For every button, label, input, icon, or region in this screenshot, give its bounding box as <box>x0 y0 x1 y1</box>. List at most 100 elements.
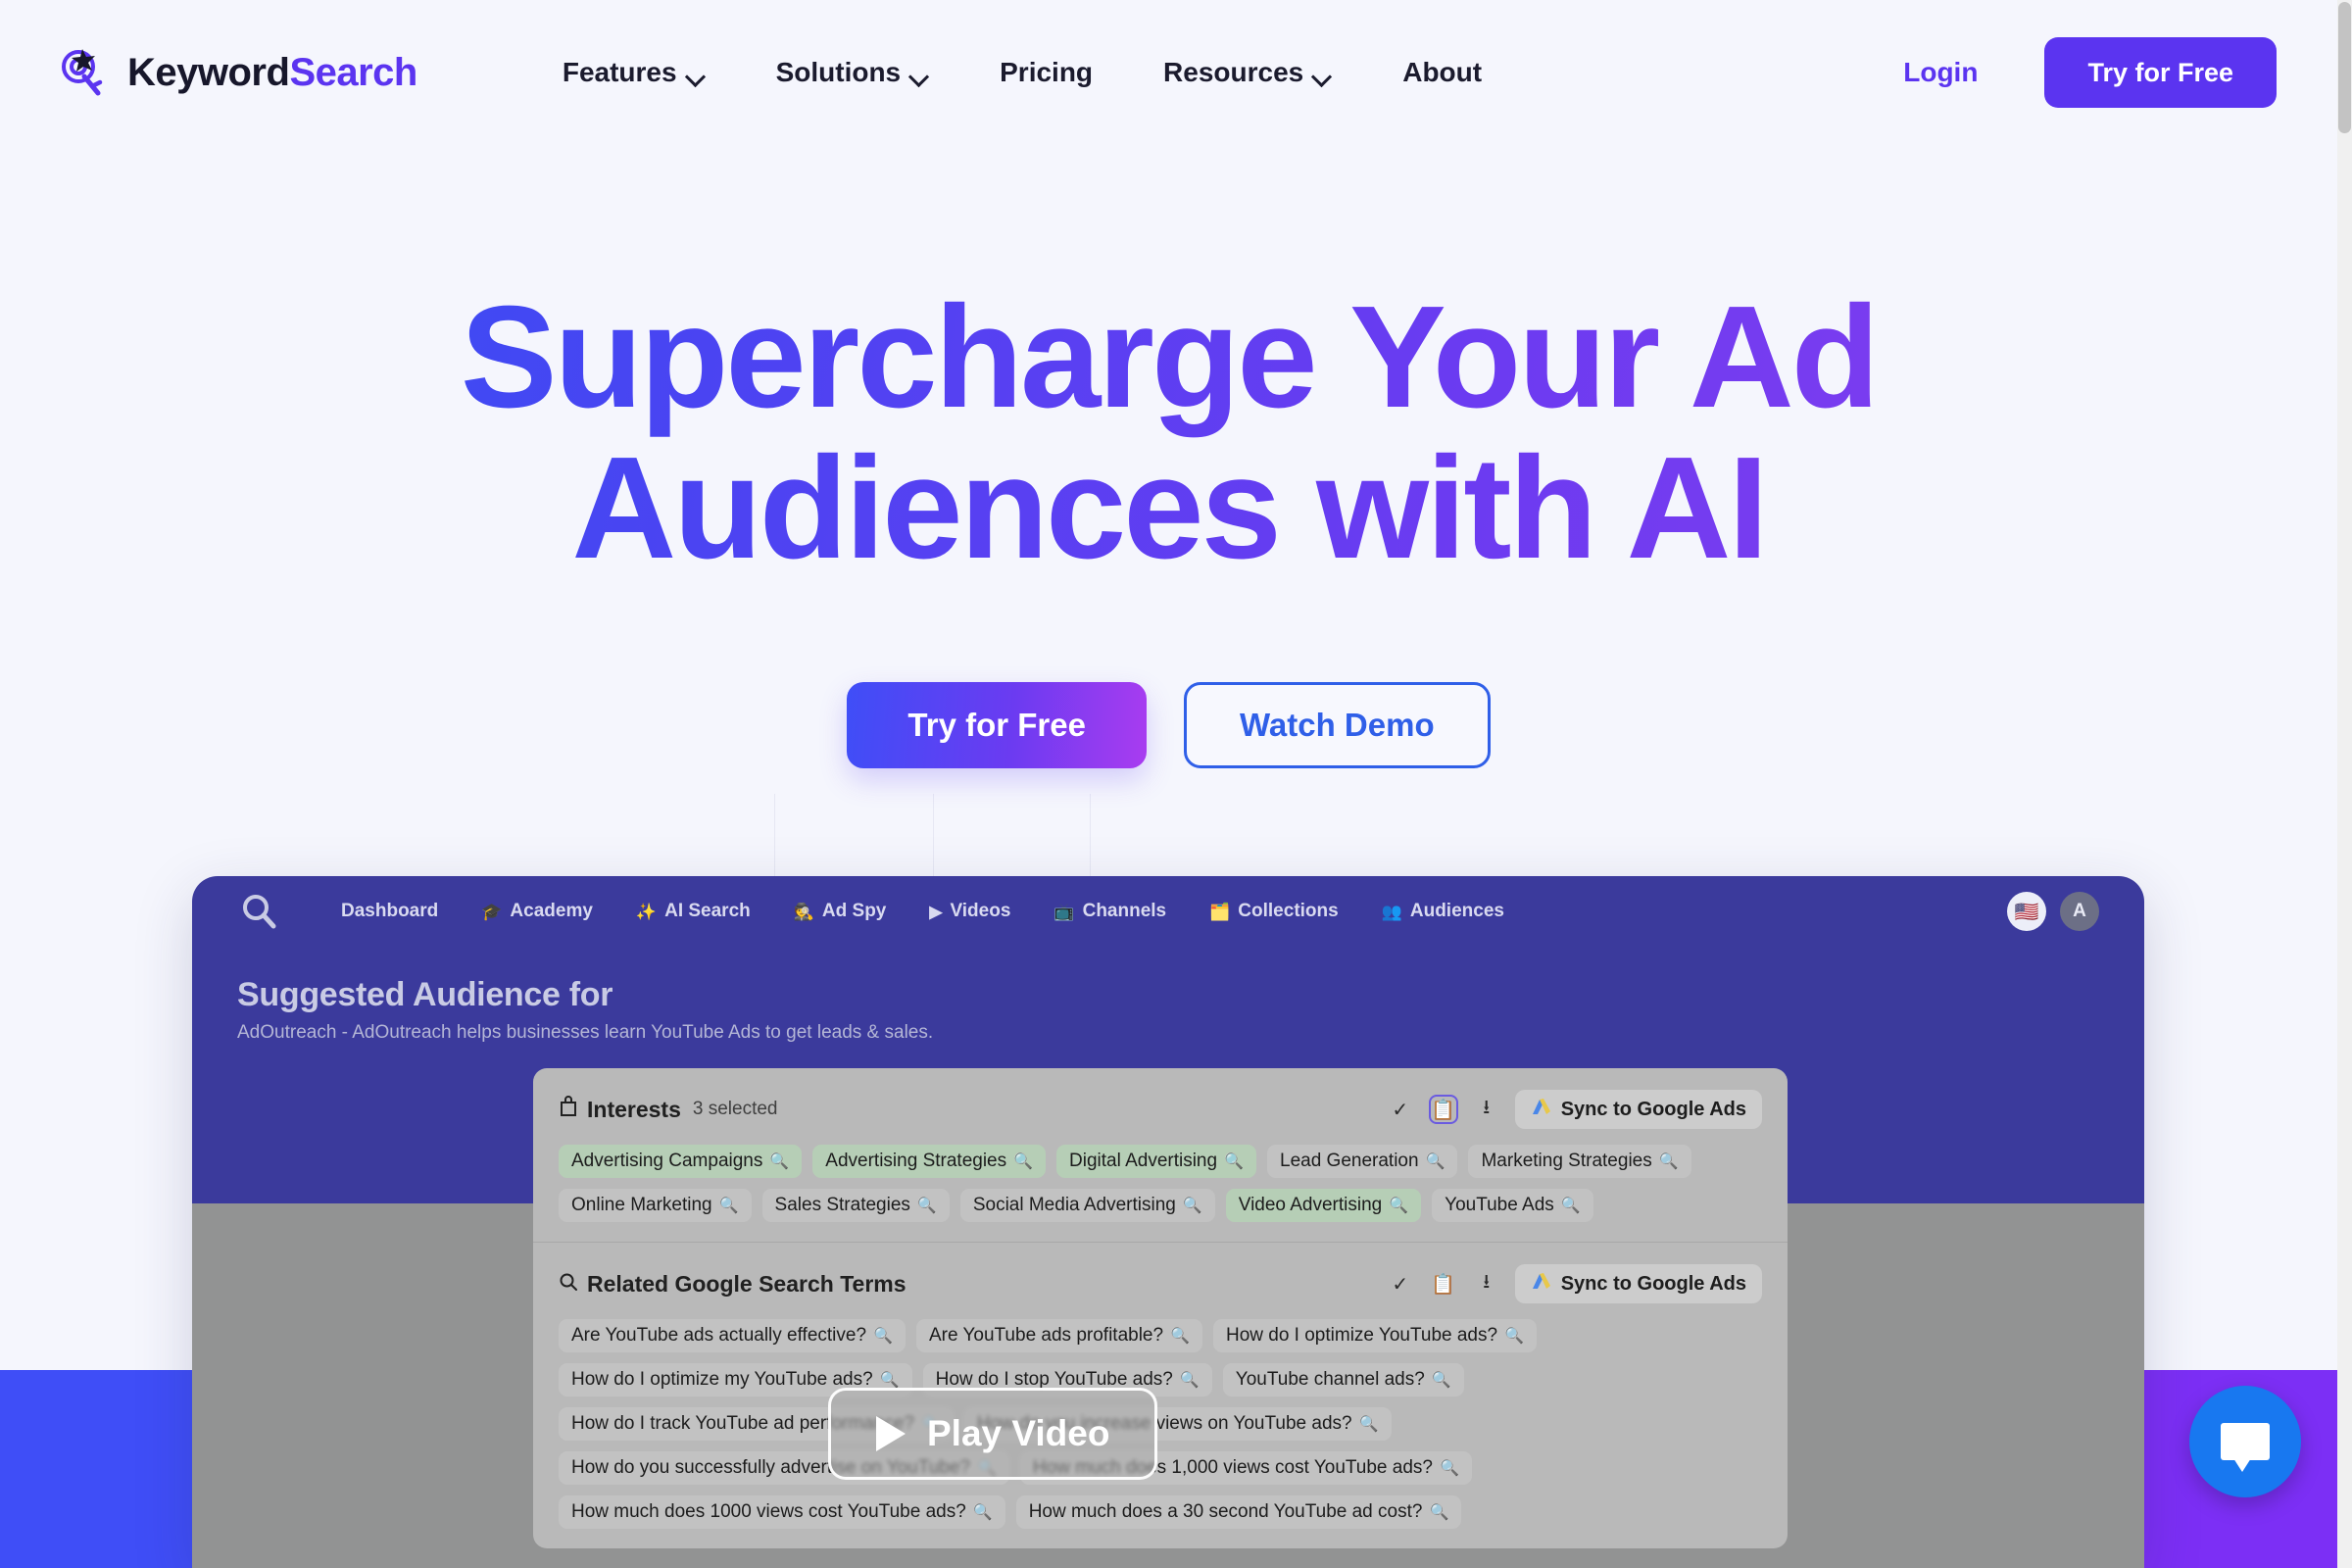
interest-tag[interactable]: Marketing Strategies 🔍 <box>1468 1145 1691 1178</box>
dashboard-nav-label: AI Search <box>664 901 751 921</box>
nav-item-about[interactable]: About <box>1367 43 1517 102</box>
tag-label: How much does a 30 second YouTube ad cos… <box>1028 1501 1423 1522</box>
interests-tools: ✓ 📋 ⭳ Sync to Google Ads <box>1386 1090 1762 1129</box>
dashboard-title: Suggested Audience for <box>237 976 613 1013</box>
play-video-button[interactable]: Play Video <box>828 1388 1158 1480</box>
scrollbar-thumb[interactable] <box>2338 2 2351 133</box>
audience-panel: Interests 3 selected ✓ 📋 ⭳ Sync to Googl… <box>533 1068 1788 1548</box>
tag-label: Advertising Campaigns <box>571 1151 763 1171</box>
download-icon[interactable]: ⭳ <box>1472 1095 1501 1124</box>
brand-logo[interactable]: KeywordSearch <box>55 45 417 100</box>
copy-icon[interactable]: 📋 <box>1428 1095 1458 1124</box>
hero-title-line1: Supercharge Your Ad <box>460 276 1878 438</box>
dashboard-nav-ai-search[interactable]: ✨ AI Search <box>614 893 772 930</box>
search-icon: 🔍 <box>1425 1153 1446 1170</box>
hero-watch-demo-button[interactable]: Watch Demo <box>1183 681 1491 768</box>
play-icon <box>876 1416 906 1451</box>
dashboard-nav-dashboard[interactable]: Dashboard <box>319 893 460 930</box>
interest-tag[interactable]: Social Media Advertising 🔍 <box>959 1189 1215 1222</box>
dashboard-subtitle: AdOutreach - AdOutreach helps businesses… <box>237 1022 934 1043</box>
hero-actions: Try for Free Watch Demo <box>0 681 2337 768</box>
dashboard-nav-channels[interactable]: 📺 Channels <box>1032 893 1188 930</box>
check-icon[interactable]: ✓ <box>1386 1095 1415 1124</box>
interest-tag[interactable]: Digital Advertising 🔍 <box>1056 1145 1256 1178</box>
dashboard-nav-label: Audiences <box>1409 901 1504 921</box>
interests-section: Interests 3 selected ✓ 📋 ⭳ Sync to Googl… <box>533 1068 1788 1242</box>
google-ads-icon <box>1531 1271 1552 1297</box>
site-header: KeywordSearch Features Solutions Pricing… <box>0 0 2337 145</box>
us-flag-icon[interactable]: 🇺🇸 <box>2007 892 2046 931</box>
hero-title-line2: Audiences with AI <box>571 426 1766 589</box>
chevron-down-icon <box>911 70 929 80</box>
dashboard-nav-videos[interactable]: ▶ Videos <box>907 893 1032 930</box>
tag-label: Advertising Strategies <box>825 1151 1007 1171</box>
chevron-down-icon <box>1314 70 1332 80</box>
dashboard-topbar-right: 🇺🇸 A <box>2007 892 2099 931</box>
nav-label: Resources <box>1163 57 1304 87</box>
search-icon: 🔍 <box>718 1198 739 1214</box>
download-icon[interactable]: ⭳ <box>1472 1269 1501 1298</box>
hero-try-for-free-button[interactable]: Try for Free <box>847 681 1147 768</box>
tag-label: Are YouTube ads actually effective? <box>571 1325 867 1346</box>
search-icon: 🔍 <box>1431 1372 1451 1389</box>
search-term-tag[interactable]: How do I optimize YouTube ads? 🔍 <box>1212 1319 1537 1352</box>
interest-tag[interactable]: Advertising Strategies 🔍 <box>812 1145 1047 1178</box>
search-icon: 🔍 <box>1658 1153 1679 1170</box>
tag-label: Lead Generation <box>1280 1151 1419 1171</box>
dashboard-nav-collections[interactable]: 🗂️ Collections <box>1188 893 1360 930</box>
google-ads-icon <box>1531 1097 1552 1122</box>
sync-to-google-ads-button-search-terms[interactable]: Sync to Google Ads <box>1514 1264 1762 1303</box>
avatar[interactable]: A <box>2060 892 2099 931</box>
graduation-cap-icon: 🎓 <box>481 902 503 921</box>
people-icon: 👥 <box>1381 902 1402 921</box>
search-term-tag[interactable]: How much does a 30 second YouTube ad cos… <box>1015 1495 1462 1529</box>
dashboard-nav-label: Videos <box>950 901 1011 921</box>
search-term-tag[interactable]: Are YouTube ads profitable? 🔍 <box>915 1319 1202 1352</box>
chat-widget-button[interactable] <box>2189 1386 2301 1497</box>
search-icon: 🔍 <box>1013 1153 1034 1170</box>
play-icon: ▶ <box>929 902 943 921</box>
interest-tag[interactable]: YouTube Ads 🔍 <box>1432 1189 1593 1222</box>
sync-to-google-ads-button-interests[interactable]: Sync to Google Ads <box>1514 1090 1762 1129</box>
check-icon[interactable]: ✓ <box>1386 1269 1415 1298</box>
copy-icon[interactable]: 📋 <box>1429 1269 1458 1298</box>
nav-label: Features <box>562 57 677 87</box>
dashboard-nav-ad-spy[interactable]: 🕵️ Ad Spy <box>772 893 908 930</box>
dashboard-preview[interactable]: Dashboard 🎓 Academy ✨ AI Search 🕵️ Ad Sp… <box>192 876 2144 1568</box>
search-term-tag[interactable]: Are YouTube ads actually effective? 🔍 <box>559 1319 906 1352</box>
nav-label: Solutions <box>775 57 902 87</box>
search-icon: 🔍 <box>1560 1198 1581 1214</box>
header-try-for-free-button[interactable]: Try for Free <box>2044 37 2277 108</box>
interest-tag[interactable]: Video Advertising 🔍 <box>1225 1189 1422 1222</box>
tag-label: Online Marketing <box>571 1195 712 1215</box>
search-term-tag[interactable]: YouTube channel ads? 🔍 <box>1222 1363 1464 1396</box>
play-video-label: Play Video <box>927 1413 1110 1453</box>
search-terms-title: Related Google Search Terms <box>559 1271 906 1298</box>
sync-label: Sync to Google Ads <box>1560 1098 1746 1120</box>
search-icon: 🔍 <box>1429 1504 1449 1521</box>
nav-item-resources[interactable]: Resources <box>1128 43 1367 102</box>
interests-count: 3 selected <box>692 1099 778 1119</box>
nav-item-solutions[interactable]: Solutions <box>741 43 965 102</box>
search-icon <box>559 1271 578 1298</box>
nav-label: Pricing <box>1000 57 1094 87</box>
interest-tag[interactable]: Lead Generation 🔍 <box>1267 1145 1458 1178</box>
tag-label: How do I optimize my YouTube ads? <box>571 1369 873 1390</box>
interest-tag[interactable]: Advertising Campaigns 🔍 <box>559 1145 803 1178</box>
interest-tag[interactable]: Online Marketing 🔍 <box>559 1189 752 1222</box>
login-link[interactable]: Login <box>1876 43 2005 102</box>
page-scrollbar[interactable] <box>2337 0 2352 1568</box>
tag-label: Video Advertising <box>1238 1195 1383 1215</box>
search-icon: 🔍 <box>1358 1416 1379 1433</box>
interest-tag[interactable]: Sales Strategies 🔍 <box>761 1189 950 1222</box>
dashboard-nav: Dashboard 🎓 Academy ✨ AI Search 🕵️ Ad Sp… <box>319 893 1526 930</box>
nav-label: About <box>1402 57 1483 87</box>
nav-item-features[interactable]: Features <box>527 43 741 102</box>
search-icon: 🔍 <box>873 1328 893 1345</box>
dashboard-nav-academy[interactable]: 🎓 Academy <box>460 893 614 930</box>
dashboard-nav-audiences[interactable]: 👥 Audiences <box>1360 893 1526 930</box>
search-term-tag[interactable]: How much does 1000 views cost YouTube ad… <box>559 1495 1005 1529</box>
nav-item-pricing[interactable]: Pricing <box>964 43 1128 102</box>
search-icon: 🔍 <box>972 1504 993 1521</box>
search-terms-section: Related Google Search Terms ✓ 📋 ⭳ Sync t… <box>533 1242 1788 1548</box>
